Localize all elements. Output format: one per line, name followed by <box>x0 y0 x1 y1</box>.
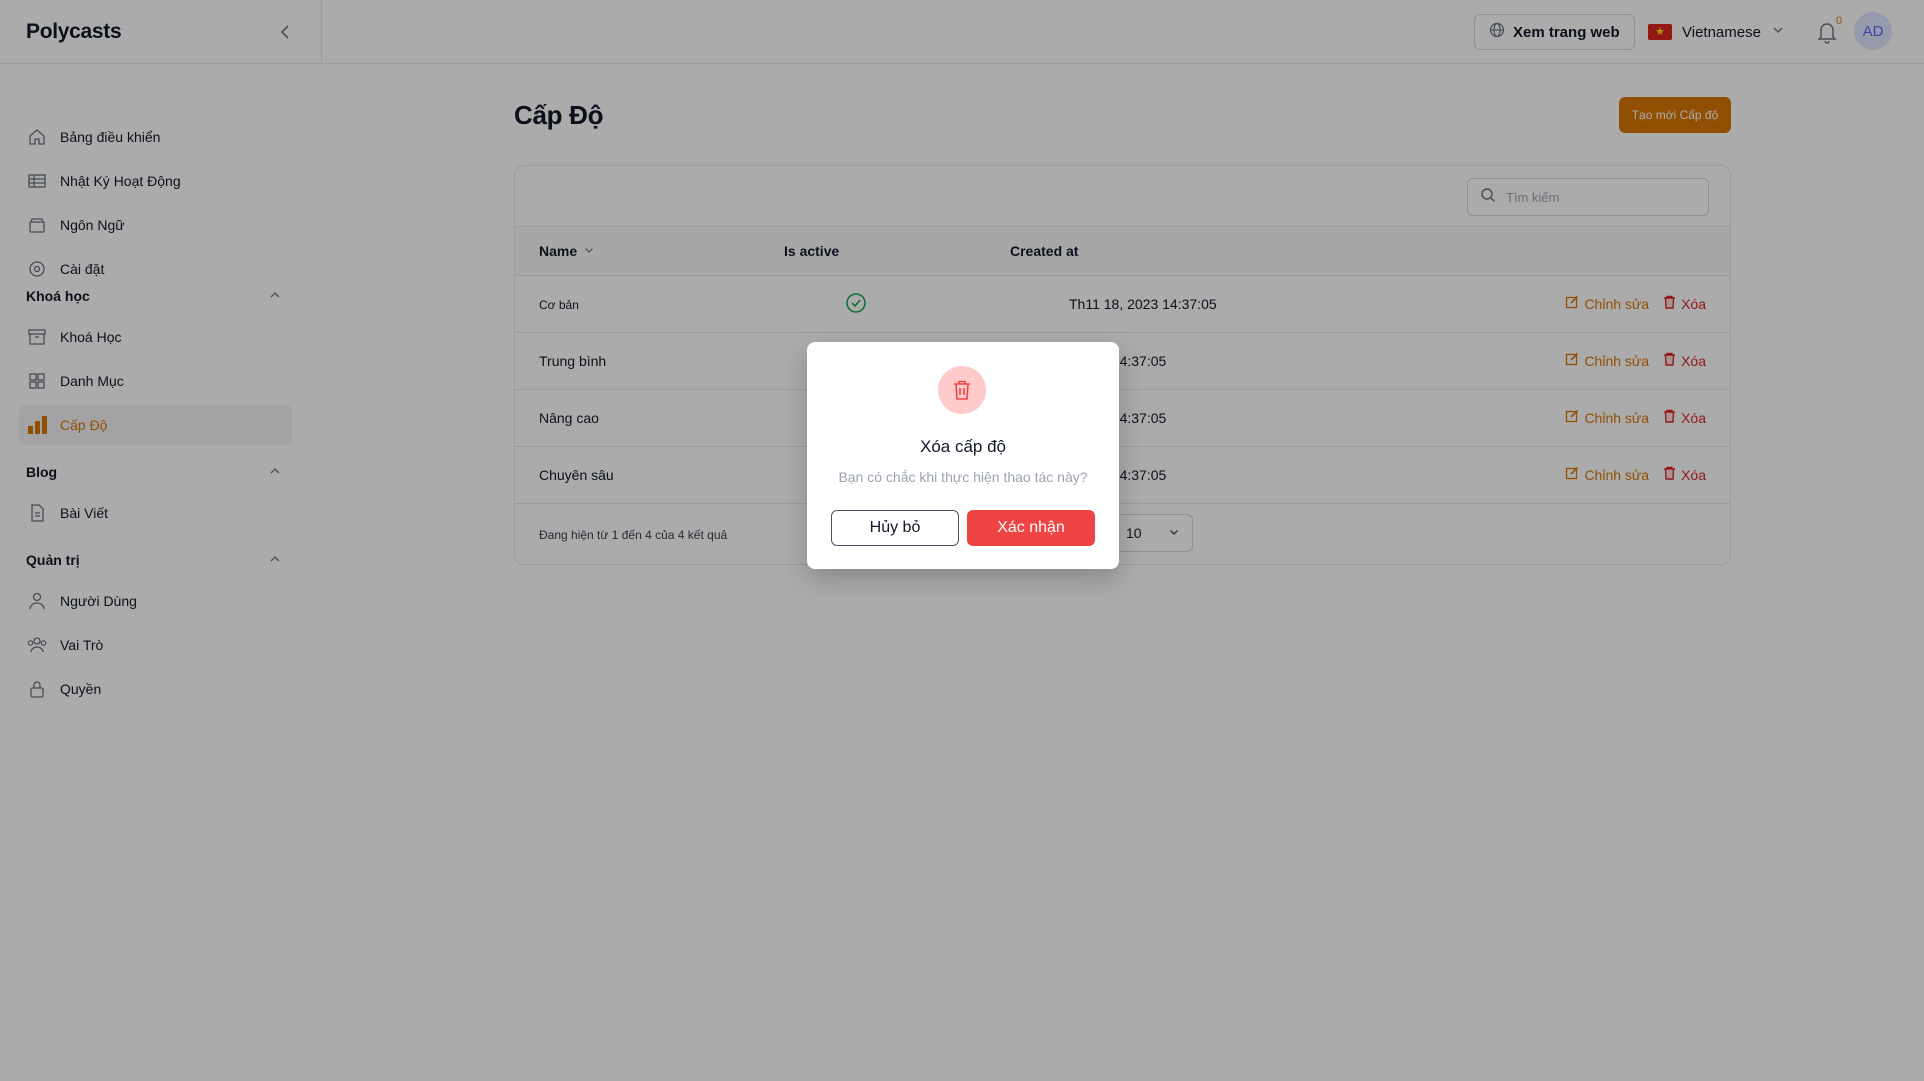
app-root: Polycasts Xem trang web ★ Vietnamese 0 A… <box>0 0 1924 1081</box>
cancel-button[interactable]: Hủy bỏ <box>831 510 959 546</box>
delete-confirm-modal: Xóa cấp độ Bạn có chắc khi thực hiện tha… <box>807 342 1119 569</box>
confirm-button[interactable]: Xác nhận <box>967 510 1095 546</box>
modal-description: Bạn có chắc khi thực hiện thao tác này? <box>838 469 1088 485</box>
modal-title: Xóa cấp độ <box>919 437 1006 456</box>
trash-icon <box>938 366 986 414</box>
